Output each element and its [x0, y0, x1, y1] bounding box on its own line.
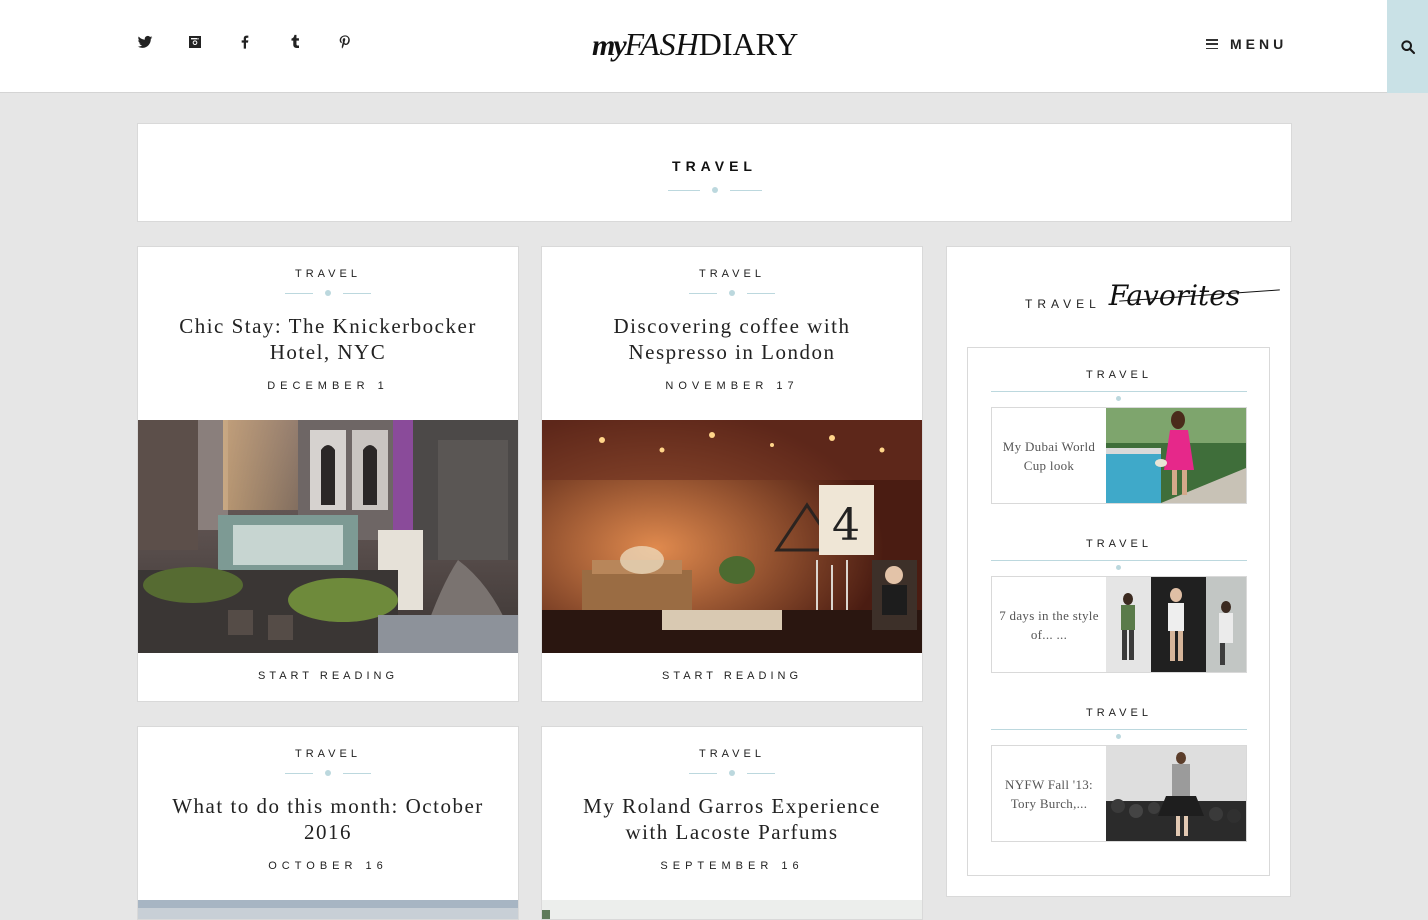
search-button[interactable] — [1387, 0, 1428, 93]
instagram-icon[interactable] — [186, 33, 204, 51]
category-title: TRAVEL — [672, 158, 757, 174]
favorite-thumbnail — [1106, 746, 1246, 841]
post-image[interactable] — [138, 420, 518, 653]
favorites-heading: TRAVEL Favorites — [1025, 279, 1240, 312]
favorite-category[interactable]: TRAVEL — [991, 538, 1247, 550]
post-image[interactable] — [138, 900, 518, 919]
divider-ornament — [138, 290, 518, 296]
post-image[interactable] — [542, 900, 922, 919]
post-image[interactable]: 4 — [542, 420, 922, 653]
divider-ornament — [991, 729, 1247, 739]
post-card: TRAVEL Discovering coffee with Nespresso… — [541, 246, 923, 702]
favorite-item: TRAVEL 7 days in the style of... ... — [991, 538, 1247, 673]
post-card: TRAVEL What to do this month: October 20… — [137, 726, 519, 920]
post-title[interactable]: Discovering coffee with Nespresso in Lon… — [562, 313, 902, 365]
site-header: myFASHDIARY MENU — [0, 0, 1428, 93]
tumblr-icon[interactable] — [286, 33, 304, 51]
favorite-thumbnail — [1106, 577, 1246, 672]
logo-my: my — [592, 29, 627, 62]
favorite-title: My Dubai World Cup look — [1002, 438, 1096, 473]
svg-text:4: 4 — [832, 500, 860, 551]
site-logo[interactable]: myFASHDIARY — [592, 26, 838, 62]
post-date: DECEMBER 1 — [267, 380, 389, 392]
post-card: TRAVEL Chic Stay: The Knickerbocker Hote… — [137, 246, 519, 702]
logo-fash: FASH — [624, 26, 699, 62]
favorite-category[interactable]: TRAVEL — [991, 707, 1247, 719]
post-date: OCTOBER 16 — [268, 860, 388, 872]
category-banner: TRAVEL — [137, 123, 1292, 222]
menu-button[interactable]: MENU — [1206, 36, 1287, 52]
favorite-category[interactable]: TRAVEL — [991, 369, 1247, 381]
favorite-title: 7 days in the style of... ... — [999, 607, 1099, 642]
favorite-item: TRAVEL My Dubai World Cup look — [991, 369, 1247, 504]
divider-ornament — [991, 391, 1247, 401]
favorites-heading-travel: TRAVEL — [1025, 296, 1101, 311]
divider-ornament — [138, 187, 1291, 193]
post-card: TRAVEL My Roland Garros Experience with … — [541, 726, 923, 920]
post-title[interactable]: Chic Stay: The Knickerbocker Hotel, NYC — [158, 313, 498, 365]
post-category[interactable]: TRAVEL — [138, 268, 518, 280]
divider-ornament — [991, 560, 1247, 570]
divider-ornament — [542, 290, 922, 296]
favorites-heading-script: Favorites — [1108, 279, 1241, 312]
post-category[interactable]: TRAVEL — [542, 268, 922, 280]
favorite-thumbnail — [1106, 408, 1246, 503]
divider-ornament — [138, 770, 518, 776]
post-date: SEPTEMBER 16 — [660, 860, 804, 872]
logo-diary: DIARY — [698, 26, 799, 62]
twitter-icon[interactable] — [136, 33, 154, 51]
post-category[interactable]: TRAVEL — [138, 748, 518, 760]
social-links — [136, 33, 386, 51]
favorites-list: TRAVEL My Dubai World Cup look TRAVEL 7 … — [967, 347, 1270, 876]
search-icon — [1400, 39, 1415, 54]
favorite-link[interactable]: 7 days in the style of... ... — [991, 576, 1247, 673]
favorite-item: TRAVEL NYFW Fall '13: Tory Burch,... — [991, 707, 1247, 842]
favorite-title: NYFW Fall '13: Tory Burch,... — [1005, 776, 1093, 811]
post-title[interactable]: What to do this month: October 2016 — [158, 793, 498, 845]
start-reading-link[interactable]: START READING — [542, 670, 922, 682]
divider-ornament — [542, 770, 922, 776]
post-title[interactable]: My Roland Garros Experience with Lacoste… — [562, 793, 902, 845]
pinterest-icon[interactable] — [336, 33, 354, 51]
sidebar-favorites: TRAVEL Favorites TRAVEL My Dubai World C… — [946, 246, 1291, 897]
favorite-link[interactable]: My Dubai World Cup look — [991, 407, 1247, 504]
facebook-icon[interactable] — [236, 33, 254, 51]
menu-label: MENU — [1230, 36, 1288, 52]
start-reading-link[interactable]: START READING — [138, 670, 518, 682]
post-date: NOVEMBER 17 — [665, 380, 799, 392]
favorite-link[interactable]: NYFW Fall '13: Tory Burch,... — [991, 745, 1247, 842]
post-category[interactable]: TRAVEL — [542, 748, 922, 760]
hamburger-icon — [1206, 39, 1218, 49]
